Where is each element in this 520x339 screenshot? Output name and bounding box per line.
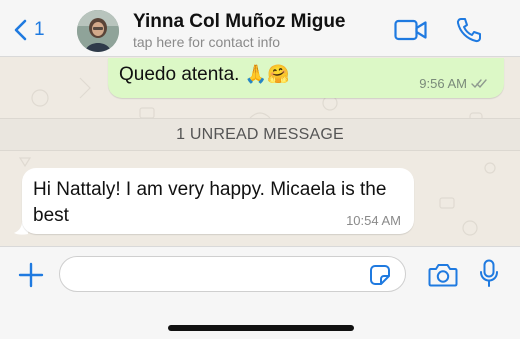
message-time: 10:54 AM bbox=[346, 213, 401, 228]
message-time: 9:56 AM bbox=[419, 76, 467, 91]
contact-info-hint[interactable]: tap here for contact info bbox=[133, 34, 280, 50]
message-input[interactable] bbox=[59, 256, 406, 292]
double-check-icon bbox=[471, 79, 487, 89]
video-camera-icon bbox=[394, 19, 427, 41]
sticker-icon bbox=[370, 265, 390, 285]
unread-messages-banner: 1 UNREAD MESSAGE bbox=[0, 118, 520, 151]
plus-icon bbox=[18, 262, 44, 288]
outgoing-message[interactable]: Quedo atenta. 🙏🤗 9:56 AM bbox=[108, 58, 504, 98]
message-body: Quedo atenta. bbox=[119, 64, 245, 85]
attach-button[interactable] bbox=[18, 262, 44, 288]
chat-area[interactable]: Quedo atenta. 🙏🤗 9:56 AM 1 UNREAD MESSAG… bbox=[0, 58, 520, 246]
incoming-message[interactable]: Hi Nattaly! I am very happy. Micaela is … bbox=[22, 168, 414, 234]
camera-button[interactable] bbox=[428, 262, 458, 288]
voice-call-button[interactable] bbox=[455, 16, 483, 44]
home-indicator[interactable] bbox=[168, 325, 354, 331]
contact-name[interactable]: Yinna Col Muñoz Migue bbox=[133, 11, 346, 33]
back-button[interactable]: 1 bbox=[14, 17, 45, 43]
message-meta: 9:56 AM bbox=[419, 76, 488, 91]
chat-header: 1 Yinna Col Muñoz Migue tap here for con… bbox=[0, 0, 520, 57]
message-emojis: 🙏🤗 bbox=[244, 64, 290, 85]
chevron-left-icon bbox=[14, 19, 27, 41]
composer-bar bbox=[0, 246, 520, 339]
message-text: Quedo atenta. 🙏🤗 bbox=[119, 64, 290, 86]
camera-icon bbox=[428, 264, 458, 287]
unread-count: 1 bbox=[34, 19, 45, 40]
phone-icon bbox=[456, 18, 481, 43]
microphone-icon bbox=[480, 259, 498, 287]
microphone-button[interactable] bbox=[479, 259, 499, 289]
avatar-photo bbox=[77, 10, 119, 52]
video-call-button[interactable] bbox=[394, 18, 428, 42]
sticker-button[interactable] bbox=[369, 264, 391, 286]
avatar[interactable] bbox=[77, 10, 119, 52]
